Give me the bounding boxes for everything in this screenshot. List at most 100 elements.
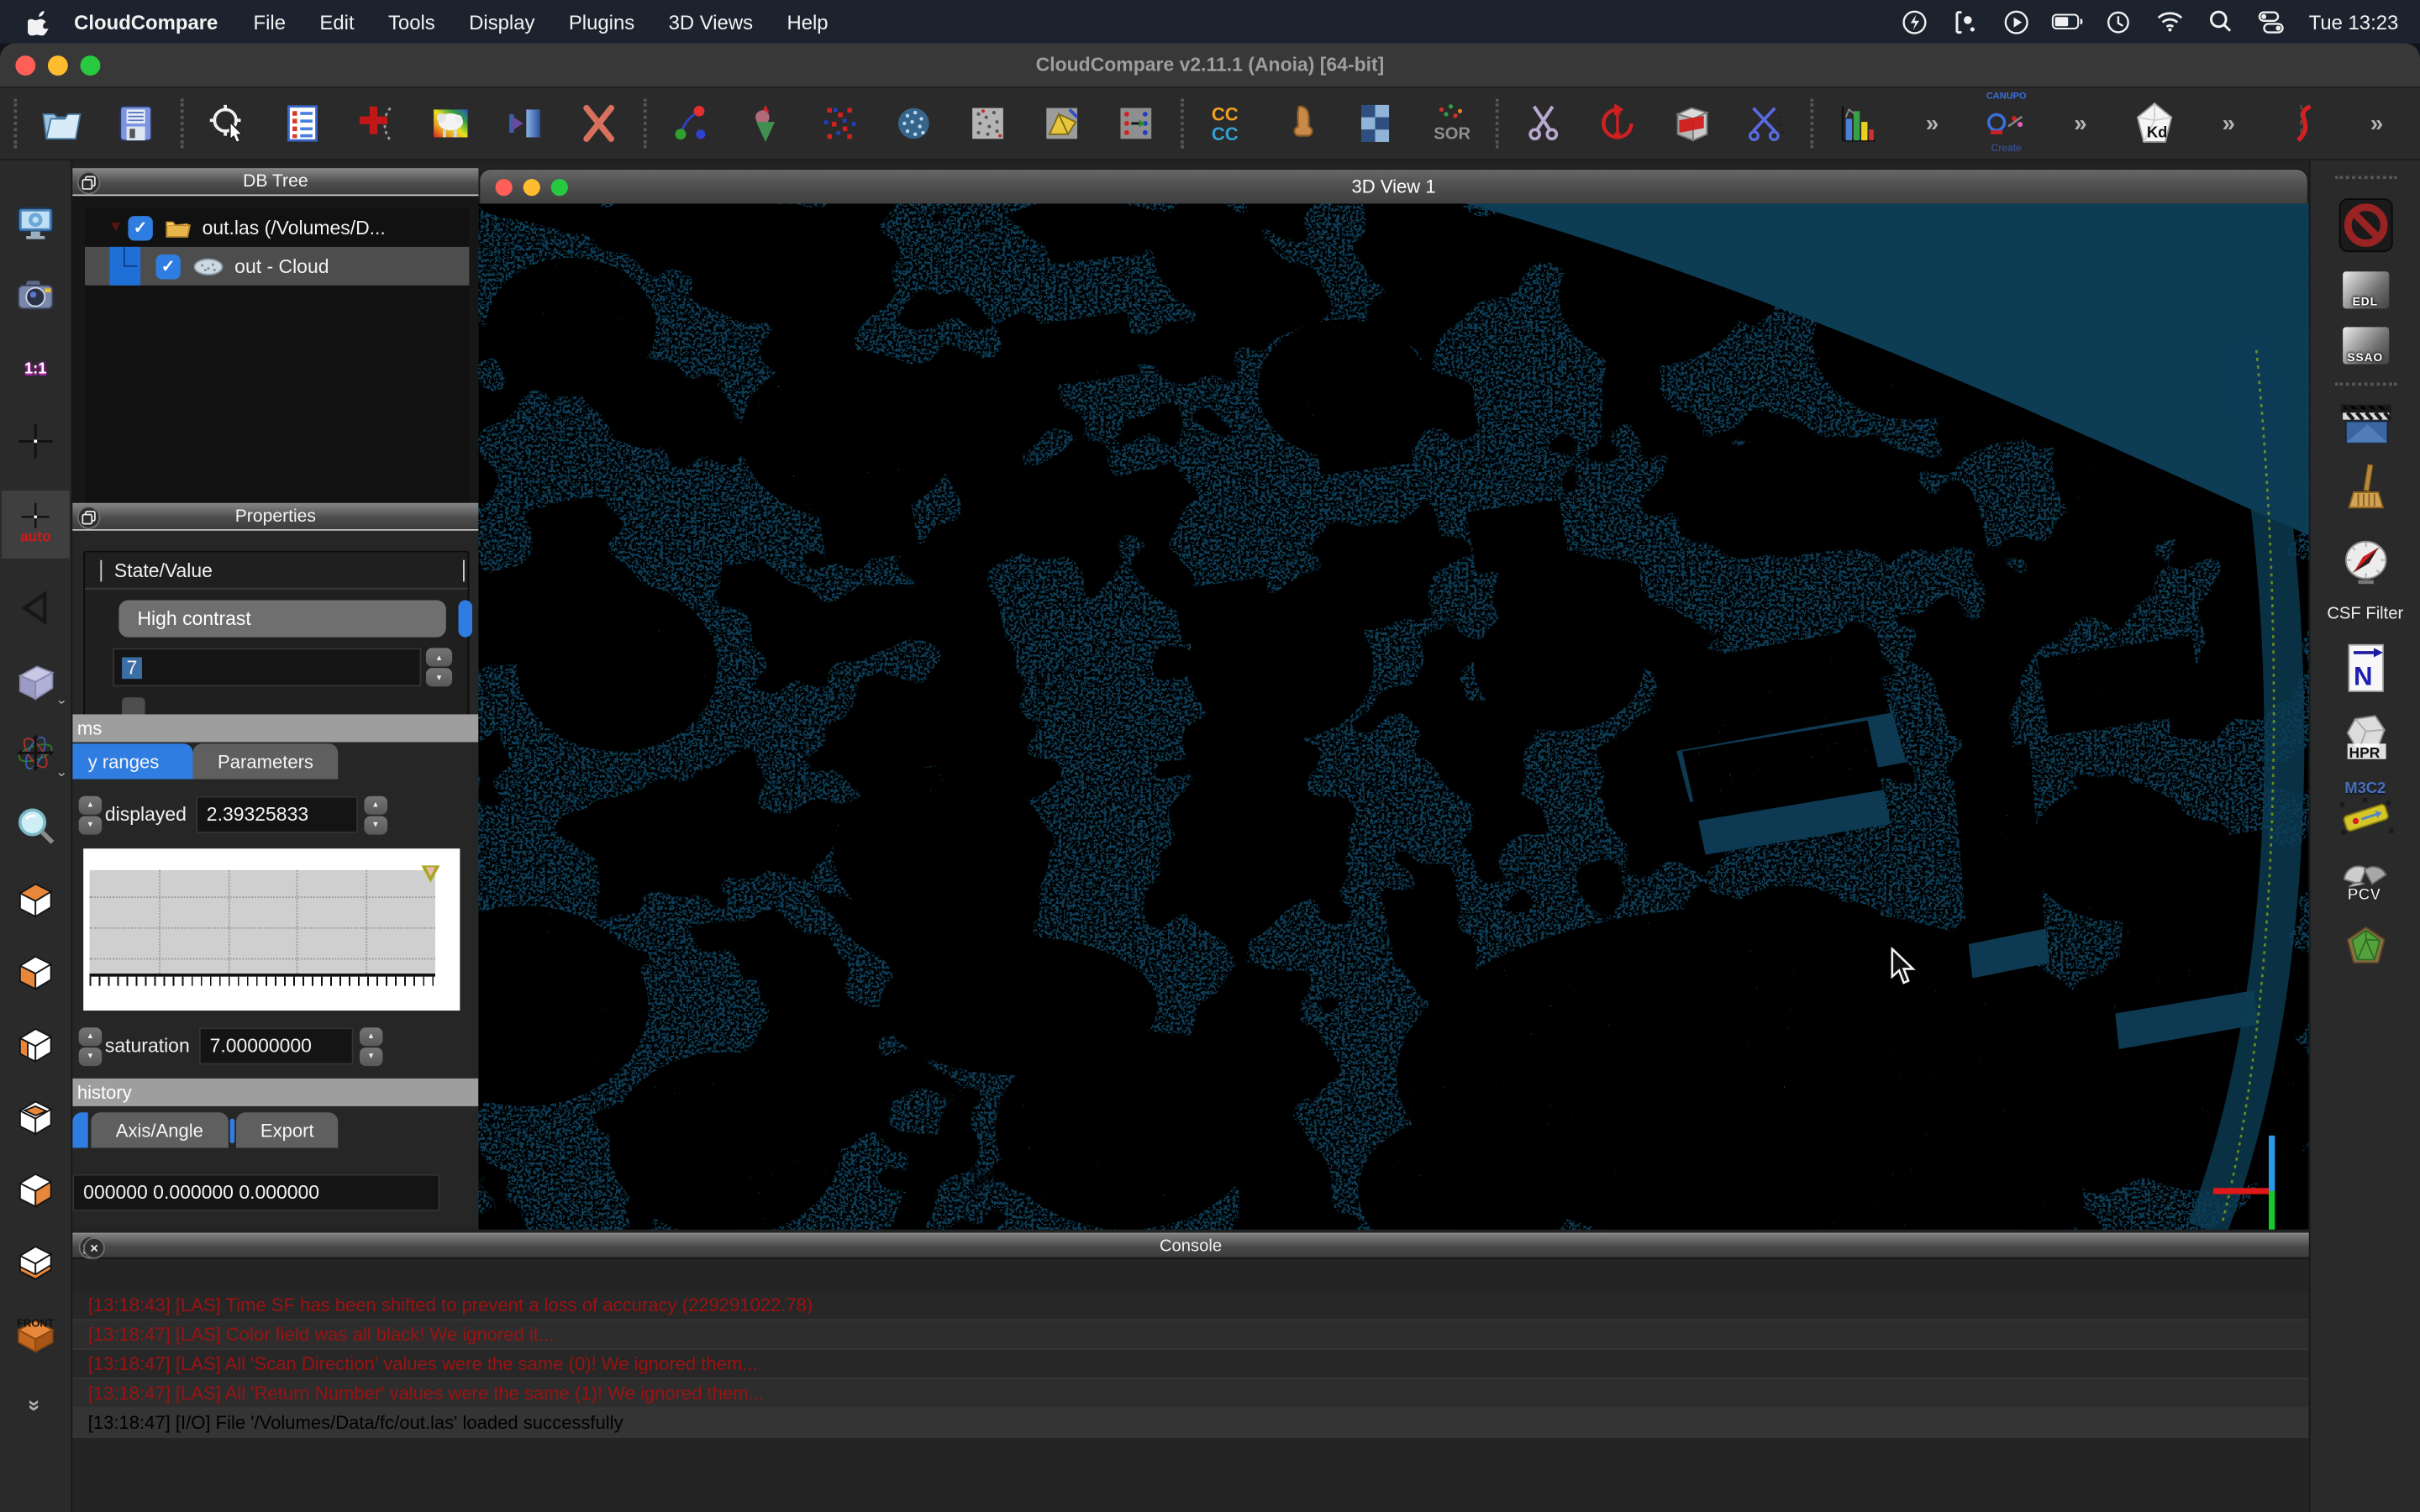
- steps-stepper[interactable]: ▴▾: [426, 648, 452, 686]
- delete-button[interactable]: [572, 97, 624, 150]
- chunks-button[interactable]: [1350, 97, 1402, 150]
- undock-panel-button[interactable]: [77, 506, 101, 529]
- view-top-button[interactable]: [9, 874, 61, 921]
- undock-panel-button[interactable]: [77, 171, 101, 195]
- segment-scissors-button[interactable]: [1518, 97, 1570, 150]
- displayed-stepper-left[interactable]: ▴▾: [79, 795, 103, 834]
- hpr-plugin-button[interactable]: HPR: [2340, 713, 2390, 763]
- toolbar-overflow-chevron[interactable]: »: [2350, 97, 2402, 150]
- axis-angle-tab[interactable]: Axis/Angle: [91, 1112, 228, 1147]
- tree-item-root[interactable]: ▼ ✓ out.las (/Volumes/D...: [85, 208, 469, 247]
- histogram-button[interactable]: [1832, 97, 1884, 150]
- view-right-button[interactable]: [9, 1165, 61, 1211]
- menu-file[interactable]: File: [236, 10, 302, 34]
- more-views-chevron[interactable]: »: [9, 1383, 61, 1429]
- screenshot-button[interactable]: [9, 273, 61, 319]
- visibility-checkbox[interactable]: ✓: [156, 254, 181, 278]
- colorize-button[interactable]: [424, 97, 476, 150]
- view-left-button[interactable]: [9, 1020, 61, 1066]
- sf-display-params-section[interactable]: ms: [72, 714, 478, 742]
- rgb-curves-button[interactable]: [666, 97, 718, 150]
- disclosure-triangle-icon[interactable]: ▼: [103, 219, 128, 236]
- minimize-window-button[interactable]: [48, 55, 68, 76]
- tree-item-label[interactable]: out - Cloud: [234, 255, 329, 277]
- clip-box-button[interactable]: [1665, 97, 1718, 150]
- menu-display[interactable]: Display: [452, 10, 552, 34]
- auto-pivot-button[interactable]: auto: [2, 491, 70, 559]
- view-front-button[interactable]: [9, 948, 61, 994]
- saturation-stepper-right[interactable]: ▴▾: [360, 1026, 383, 1065]
- viewport-close-button[interactable]: [496, 179, 513, 196]
- spotlight-icon[interactable]: [2202, 9, 2239, 34]
- rotate-view-button[interactable]: ›: [9, 730, 61, 776]
- set-pivot-button[interactable]: [9, 418, 61, 465]
- csf-filter-label[interactable]: CSF Filter: [2327, 605, 2403, 623]
- toolbar-overflow-chevron[interactable]: »: [2202, 97, 2254, 150]
- apply-transform-button[interactable]: [350, 97, 402, 150]
- viewport-minimize-button[interactable]: [523, 179, 540, 196]
- cloud-mesh-distance-button[interactable]: [1276, 97, 1328, 150]
- 3d-view-canvas[interactable]: [478, 203, 2308, 1229]
- sor-filter-button[interactable]: SOR: [1424, 97, 1476, 150]
- cloud-compare-button[interactable]: CCCC: [1202, 97, 1255, 150]
- open-button[interactable]: [35, 97, 87, 150]
- matrix-tab-stub[interactable]: [72, 1112, 87, 1147]
- pcv-plugin-button[interactable]: PCV: [2340, 856, 2390, 906]
- displayed-value-field[interactable]: 2.39325833: [196, 796, 358, 833]
- broom-plugin-button[interactable]: [2340, 463, 2390, 518]
- mesh-button[interactable]: [1035, 97, 1087, 150]
- menu-clock[interactable]: Tue 13:23: [2309, 10, 2399, 34]
- zoom-1-1-button[interactable]: 1:1: [9, 345, 61, 391]
- saturation-value-field[interactable]: 7.00000000: [199, 1027, 354, 1064]
- display-ranges-tab[interactable]: y ranges: [72, 743, 192, 779]
- visibility-checkbox[interactable]: ✓: [128, 215, 152, 239]
- menu-3d-views[interactable]: 3D Views: [651, 10, 770, 34]
- m3c2-plugin-button[interactable]: M3C2: [2338, 780, 2393, 837]
- menu-help[interactable]: Help: [770, 10, 845, 34]
- sf-saturation-marker[interactable]: [421, 865, 439, 882]
- cross-section-button[interactable]: [1739, 97, 1791, 150]
- viewport-title-bar[interactable]: 3D View 1: [478, 168, 2308, 203]
- transformation-history-section[interactable]: history: [72, 1079, 478, 1106]
- perspective-toggle-button[interactable]: [9, 585, 61, 631]
- menu-plugins[interactable]: Plugins: [552, 10, 652, 34]
- properties-list-button[interactable]: [276, 97, 329, 150]
- edl-filter-button[interactable]: EDL: [2342, 271, 2388, 308]
- parameters-tab[interactable]: Parameters: [193, 743, 339, 779]
- compute-normals-button[interactable]: [739, 97, 792, 150]
- ssao-filter-button[interactable]: SSAO: [2342, 327, 2388, 364]
- app-bracket-icon[interactable]: [1948, 8, 1985, 34]
- align-button[interactable]: [1110, 97, 1162, 150]
- tree-item-label[interactable]: out.las (/Volumes/D...: [203, 217, 386, 239]
- console-header[interactable]: × Console: [72, 1233, 2308, 1259]
- translation-vector-field[interactable]: 000000 0.000000 0.000000: [72, 1174, 439, 1211]
- animation-plugin-button[interactable]: [2339, 404, 2391, 444]
- zoom-window-button[interactable]: [81, 55, 101, 76]
- wifi-icon[interactable]: [2151, 11, 2188, 33]
- zoom-fit-button[interactable]: [9, 802, 61, 848]
- control-center-icon[interactable]: [2254, 10, 2291, 34]
- octree-button[interactable]: [813, 97, 865, 150]
- toolbar-overflow-chevron[interactable]: »: [1906, 97, 1958, 150]
- rotate-transform-button[interactable]: [1591, 97, 1644, 150]
- sra-curve-plugin-button[interactable]: [2276, 97, 2328, 150]
- menu-tools[interactable]: Tools: [371, 10, 452, 34]
- saturation-stepper-left[interactable]: ▴▾: [79, 1026, 103, 1065]
- displayed-stepper-right[interactable]: ▴▾: [364, 795, 387, 834]
- battery-icon[interactable]: [2049, 13, 2086, 31]
- tree-item-cloud[interactable]: ✓ out - Cloud: [85, 247, 469, 286]
- noise-filter-button[interactable]: [961, 97, 1013, 150]
- apple-menu-icon[interactable]: [22, 8, 55, 34]
- translate-button[interactable]: [498, 97, 550, 150]
- save-button[interactable]: [109, 97, 161, 150]
- view-bottom-button[interactable]: [9, 1237, 61, 1284]
- close-console-button[interactable]: ×: [83, 1237, 105, 1259]
- color-scale-steps-input[interactable]: 7: [113, 648, 421, 686]
- play-icon[interactable]: [1998, 8, 2035, 34]
- close-window-button[interactable]: [15, 55, 35, 76]
- menu-edit[interactable]: Edit: [302, 10, 371, 34]
- facets-plugin-button[interactable]: [2342, 924, 2388, 970]
- view-front-cube-button[interactable]: FRONT: [9, 1310, 61, 1356]
- color-scale-dropdown-button[interactable]: [459, 600, 473, 637]
- toolbar-overflow-chevron[interactable]: »: [2054, 97, 2107, 150]
